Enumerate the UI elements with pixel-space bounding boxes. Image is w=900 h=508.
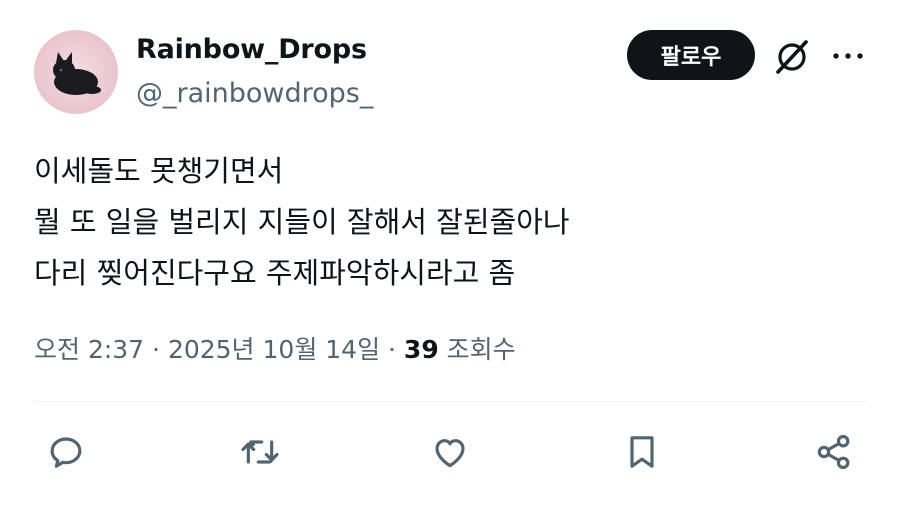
tweet-meta: 오전 2:37 · 2025년 10월 14일 · 39 조회수	[34, 330, 516, 366]
meta-separator: ·	[380, 335, 404, 364]
cat-photo-icon	[53, 52, 101, 95]
tweet-date[interactable]: 2025년 10월 14일	[168, 335, 380, 364]
tweet-time[interactable]: 오전 2:37	[34, 335, 144, 364]
views-count[interactable]: 39	[404, 335, 439, 364]
reply-icon	[50, 437, 82, 468]
user-handle[interactable]: @_rainbowdrops_	[136, 78, 373, 109]
retweet-button[interactable]	[236, 428, 284, 476]
bookmark-icon	[630, 436, 654, 468]
share-icon	[817, 434, 850, 470]
bookmark-button[interactable]	[618, 428, 666, 476]
tweet-line: 다리 찢어진다구요 주제파악하시라고 좀	[34, 256, 516, 290]
tweet-line: 뭘 또 일을 벌리지 지들이 잘해서 잘된줄아나	[34, 205, 570, 239]
display-name[interactable]: Rainbow_Drops	[136, 34, 367, 65]
retweet-icon	[241, 440, 279, 464]
like-button[interactable]	[426, 428, 474, 476]
more-icon[interactable]	[830, 42, 866, 70]
views-label: 조회수	[438, 335, 516, 364]
follow-button[interactable]: 팔로우	[627, 30, 755, 80]
like-icon	[435, 439, 465, 468]
grok-icon[interactable]	[772, 37, 812, 77]
reply-button[interactable]	[42, 428, 90, 476]
tweet-line: 이세돌도 못챙기면서	[34, 154, 284, 188]
tweet-text: 이세돌도 못챙기면서 뭘 또 일을 벌리지 지들이 잘해서 잘된줄아나 다리 찢…	[34, 146, 570, 299]
avatar[interactable]	[34, 30, 118, 114]
share-button[interactable]	[810, 428, 858, 476]
divider	[34, 401, 866, 402]
meta-separator: ·	[144, 335, 168, 364]
